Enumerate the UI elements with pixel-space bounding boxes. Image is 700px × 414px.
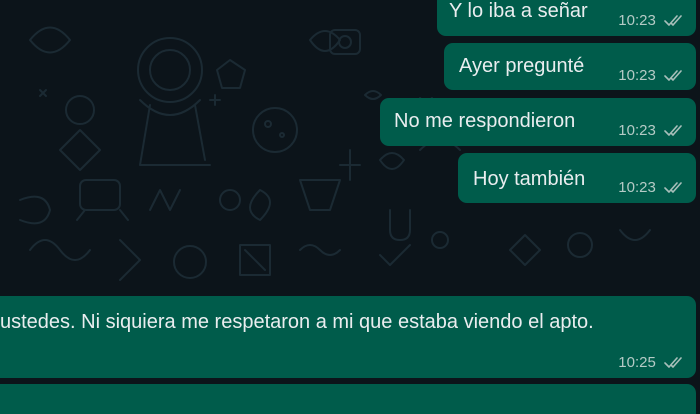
message-text: Y lo iba a señar (449, 0, 588, 22)
message-text: ustedes. Ni siquiera me respetaron a mi … (0, 311, 594, 333)
read-ticks-icon (664, 125, 682, 136)
read-ticks-icon (664, 182, 682, 193)
message-time: 10:25 (618, 354, 656, 371)
message-meta: 10:23 (618, 12, 686, 29)
message-bubble[interactable]: Hoy también 10:23 (458, 153, 696, 203)
message-meta: 10:23 (618, 122, 686, 139)
message-bubble[interactable]: No me respondieron 10:23 (380, 98, 696, 146)
read-ticks-icon (664, 15, 682, 26)
message-text: No me respondieron (394, 110, 576, 132)
message-text: Hoy también (473, 168, 586, 190)
read-ticks-icon (664, 70, 682, 81)
read-ticks-icon (664, 357, 682, 368)
message-time: 10:23 (618, 67, 656, 84)
message-bubble-partial[interactable] (0, 384, 696, 414)
message-meta: 10:23 (618, 179, 686, 196)
message-bubble[interactable]: Y lo iba a señar 10:23 (437, 0, 696, 36)
message-time: 10:23 (618, 122, 656, 139)
message-bubble[interactable]: Ayer pregunté 10:23 (444, 43, 696, 90)
message-time: 10:23 (618, 179, 656, 196)
message-text: Ayer pregunté (459, 55, 585, 77)
message-time: 10:23 (618, 12, 656, 29)
message-meta: 10:25 (618, 354, 686, 371)
message-bubble-long[interactable]: ustedes. Ni siquiera me respetaron a mi … (0, 296, 696, 378)
message-meta: 10:23 (618, 67, 686, 84)
